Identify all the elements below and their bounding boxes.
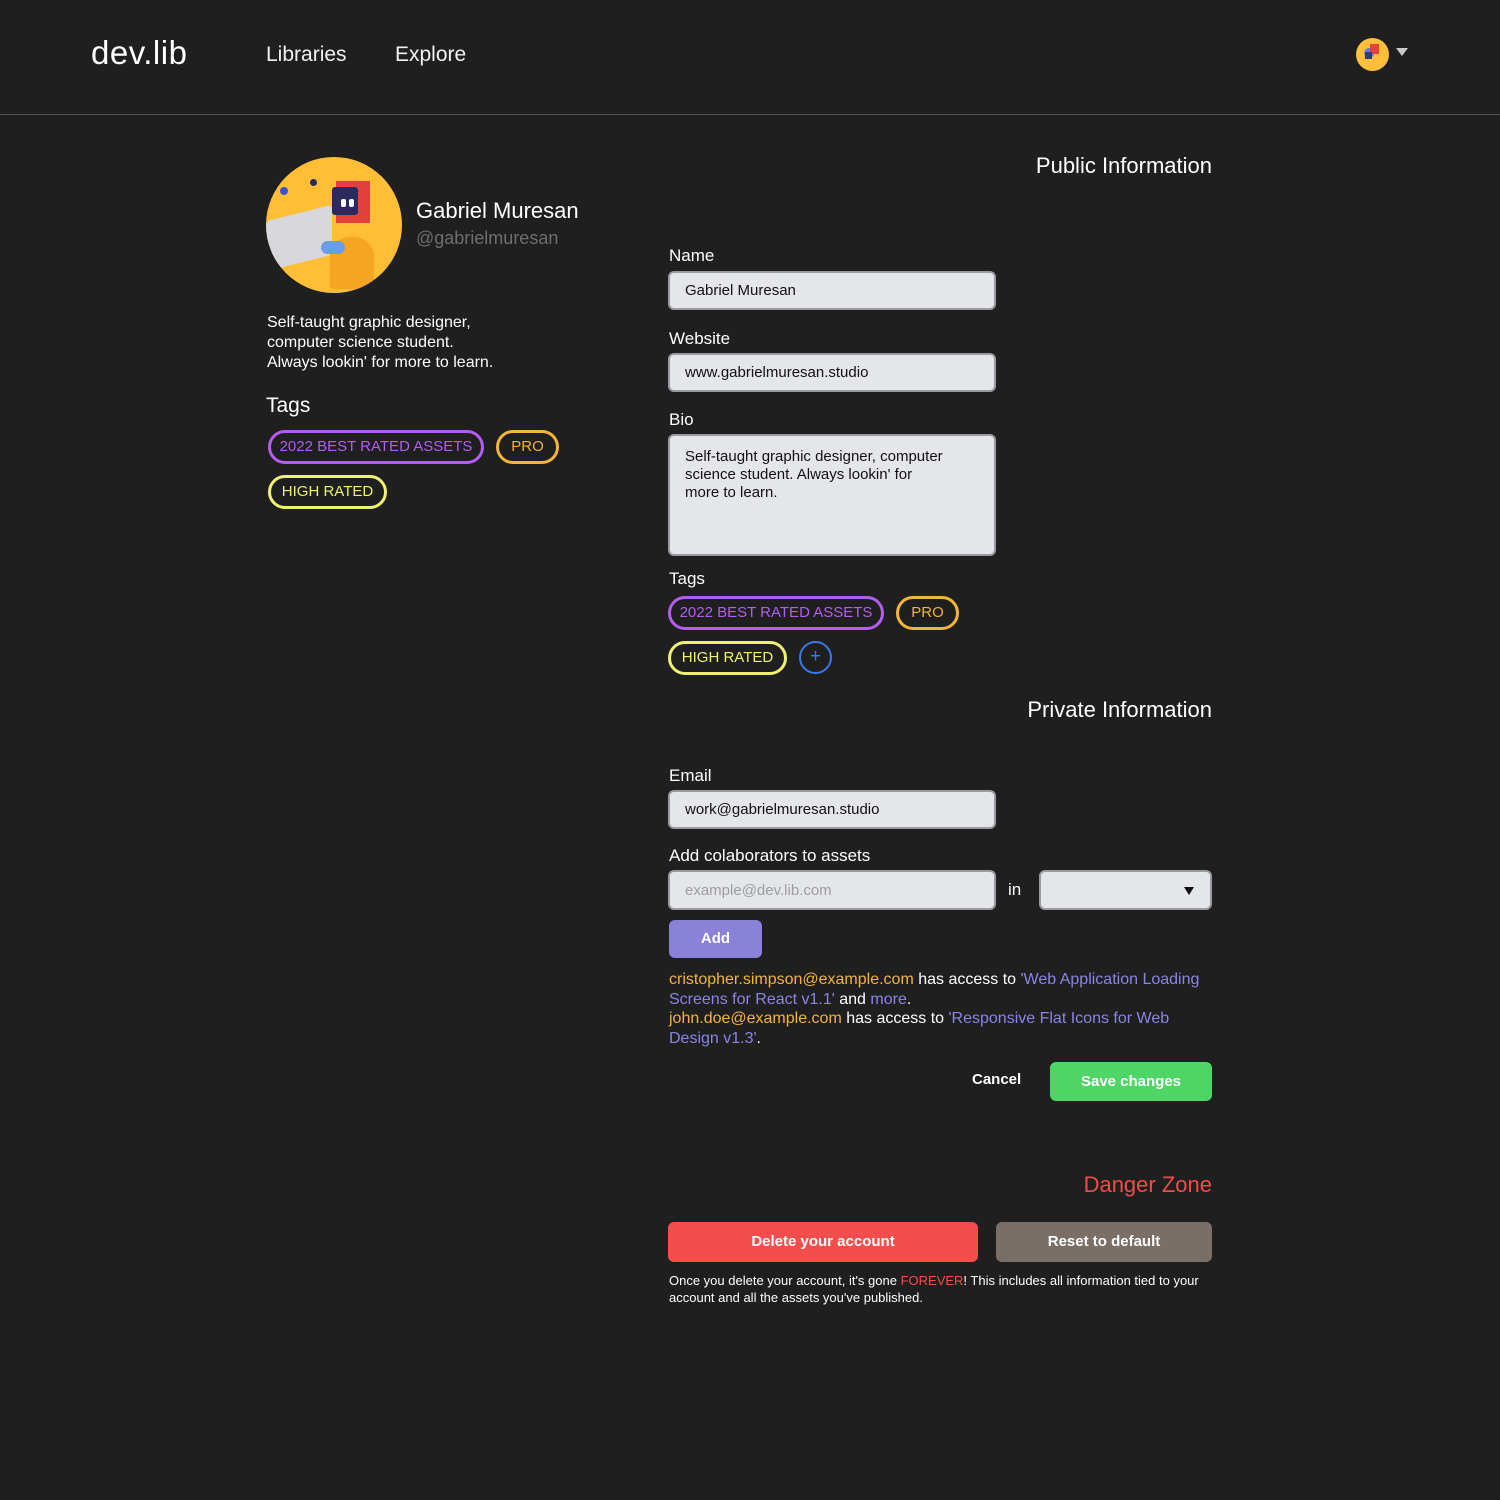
website-label: Website xyxy=(669,329,731,348)
profile-tag-best-rated: 2022 BEST RATED ASSETS xyxy=(268,430,484,464)
bio-label: Bio xyxy=(669,410,694,429)
profile-tag-pro: PRO xyxy=(496,430,559,464)
tag-pro[interactable]: PRO xyxy=(896,596,959,630)
warning-text-part: Once you delete your account, it's gone xyxy=(669,1273,901,1288)
chevron-down-icon[interactable] xyxy=(1396,48,1408,56)
photo-illustration-dot xyxy=(280,187,288,195)
photo-illustration-laptop xyxy=(266,204,332,272)
access-entry: cristopher.simpson@example.com has acces… xyxy=(669,970,1209,1009)
danger-zone-title: Danger Zone xyxy=(1083,1172,1212,1197)
tag-high-rated[interactable]: HIGH RATED xyxy=(668,641,787,675)
access-text: . xyxy=(756,1029,761,1047)
profile-tags-heading: Tags xyxy=(266,394,311,417)
save-changes-button[interactable]: Save changes xyxy=(1050,1062,1212,1101)
profile-tag-high-rated: HIGH RATED xyxy=(268,475,387,509)
profile-bio: Self-taught graphic designer, computer s… xyxy=(267,313,547,373)
profile-bio-line: computer science student. xyxy=(267,334,454,351)
delete-account-button[interactable]: Delete your account xyxy=(668,1222,978,1262)
public-information-title: Public Information xyxy=(1035,153,1212,178)
cancel-button[interactable]: Cancel xyxy=(972,1071,1021,1088)
name-input[interactable] xyxy=(668,271,996,310)
collaborators-label: Add colaborators to assets xyxy=(669,846,871,865)
photo-illustration-hand xyxy=(321,241,345,254)
top-navigation-bar: dev.lib Libraries Explore xyxy=(0,0,1500,115)
tags-label: Tags xyxy=(669,569,705,588)
profile-handle: @gabrielmuresan xyxy=(416,228,559,248)
photo-illustration-eye xyxy=(349,199,354,207)
photo-illustration-dot xyxy=(310,179,317,186)
access-text: has access to xyxy=(913,971,1021,988)
bio-textarea[interactable]: Self-taught graphic designer, computer s… xyxy=(668,434,996,556)
reset-to-default-button[interactable]: Reset to default xyxy=(996,1222,1212,1262)
access-text: . xyxy=(906,990,912,1008)
name-label: Name xyxy=(669,246,715,265)
profile-photo xyxy=(266,157,402,293)
profile-bio-line: Always lookin' for more to learn. xyxy=(267,354,494,371)
avatar-art-shape xyxy=(1365,52,1372,59)
access-entry: john.doe@example.com has access to 'Resp… xyxy=(669,1009,1209,1048)
profile-bio-line: Self-taught graphic designer, xyxy=(267,314,471,331)
photo-illustration-eye xyxy=(341,199,346,207)
email-label: Email xyxy=(669,766,712,785)
collaborator-email-input[interactable] xyxy=(668,870,996,910)
access-email-link[interactable]: john.doe@example.com xyxy=(669,1010,842,1027)
website-input[interactable] xyxy=(668,353,996,392)
email-input[interactable] xyxy=(668,790,996,829)
in-label: in xyxy=(1008,880,1022,899)
access-text: and xyxy=(834,990,871,1008)
access-more-link[interactable]: more xyxy=(870,991,906,1008)
tag-best-rated[interactable]: 2022 BEST RATED ASSETS xyxy=(668,596,884,630)
private-information-title: Private Information xyxy=(1027,697,1212,722)
access-email-link[interactable]: cristopher.simpson@example.com xyxy=(669,971,914,988)
access-text: has access to xyxy=(841,1010,949,1027)
nav-link-libraries[interactable]: Libraries xyxy=(266,43,347,67)
warning-emphasis: FOREVER xyxy=(900,1273,964,1288)
user-avatar[interactable] xyxy=(1356,38,1389,71)
app-logo[interactable]: dev.lib xyxy=(91,34,187,72)
add-tag-button[interactable]: + xyxy=(799,641,832,674)
dropdown-arrow-icon xyxy=(1184,887,1194,895)
asset-select-dropdown[interactable] xyxy=(1039,870,1212,910)
nav-link-explore[interactable]: Explore xyxy=(395,43,466,67)
delete-warning-text: Once you delete your account, it's gone … xyxy=(669,1272,1214,1306)
add-collaborator-button[interactable]: Add xyxy=(669,920,762,958)
profile-name: Gabriel Muresan xyxy=(416,198,579,223)
